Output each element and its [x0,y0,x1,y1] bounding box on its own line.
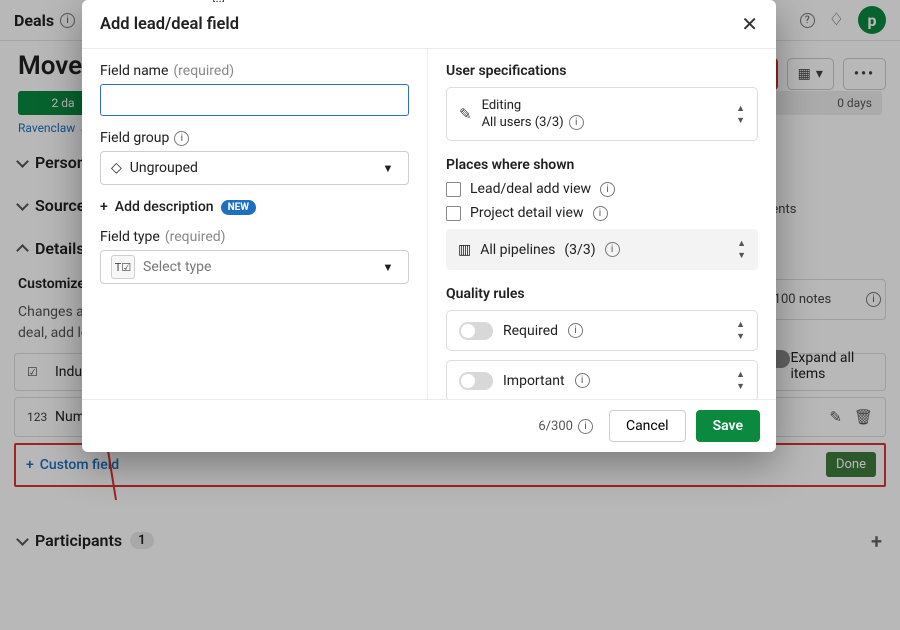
lead-deal-add-view-label: Lead/deal add view [470,181,591,197]
toggle-off-icon[interactable] [459,372,493,390]
counter-value: 6/300 [538,419,573,434]
field-group-label: Field group i [100,130,409,146]
char-counter: 6/300 i [538,419,593,434]
user-spec-heading: User specifications [446,63,758,79]
plus-icon: + [100,199,108,215]
important-label: Important [503,373,565,389]
info-icon[interactable]: i [575,373,590,388]
modal-title: Add lead/deal field [100,15,239,34]
info-icon[interactable]: i [174,131,189,146]
stepper-icon[interactable]: ▲▼ [736,103,745,126]
info-icon[interactable]: i [568,323,583,338]
checkbox-icon [446,206,461,221]
info-icon[interactable]: i [578,419,593,434]
required-label: Required [503,323,558,339]
pencil-icon: ✎ [459,105,472,123]
field-group-select[interactable]: ◇ Ungrouped ▼ [100,151,409,185]
ungrouped-icon: ◇ [111,160,122,176]
important-toggle-row[interactable]: Important i ▲▼ [446,360,758,399]
required-hint: (required) [173,63,234,79]
stepper-icon[interactable]: ▲▼ [736,369,745,392]
required-toggle-row[interactable]: Required i ▲▼ [446,310,758,351]
toggle-off-icon[interactable] [459,322,493,340]
field-name-text: Field name [100,63,168,79]
type-picker-icon: T☑ [111,255,135,279]
info-icon[interactable]: i [569,115,584,130]
chevron-down-icon: ▼ [383,161,394,175]
info-icon[interactable]: i [593,206,608,221]
columns-icon: ▥ [458,242,471,258]
lead-deal-add-view-checkbox[interactable]: Lead/deal add view i [446,181,758,197]
quality-rules-heading: Quality rules [446,286,758,302]
stepper-icon[interactable]: ▲▼ [737,238,746,261]
modal-footer: 6/300 i Cancel Save [82,399,776,452]
user-spec-card[interactable]: ✎ Editing All users (3/3) i ▲▼ [446,87,758,141]
save-button[interactable]: Save [696,410,760,442]
project-detail-view-label: Project detail view [470,205,584,221]
field-group-value: Ungrouped [130,160,198,176]
add-description-label: Add description [115,199,214,215]
field-type-text: Field type [100,229,160,245]
places-shown-heading: Places where shown [446,157,758,173]
checkbox-icon [446,182,461,197]
editing-label: Editing [482,98,584,113]
modal-header: Add lead/deal field ✕ [82,0,776,49]
chevron-down-icon: ▼ [383,260,394,274]
field-type-label: Field type (required) [100,229,409,245]
field-name-input[interactable] [100,84,409,116]
stepper-icon[interactable]: ▲▼ [736,319,745,342]
all-users-label: All users (3/3) [482,115,564,130]
cancel-button[interactable]: Cancel [609,410,686,442]
field-group-text: Field group [100,130,169,146]
new-badge: NEW [221,200,256,215]
add-field-modal: Add lead/deal field ✕ Field name (requir… [82,0,776,452]
required-hint: (required) [165,229,226,245]
modal-right-column: User specifications ✎ Editing All users … [428,49,776,399]
all-pipelines-label: All pipelines [480,242,555,258]
project-detail-view-checkbox[interactable]: Project detail view i [446,205,758,221]
field-type-placeholder: Select type [143,259,211,275]
info-icon[interactable]: i [600,182,615,197]
close-icon[interactable]: ✕ [741,12,758,36]
all-pipelines-select[interactable]: ▥ All pipelines (3/3) i ▲▼ ⬚ [446,229,758,270]
field-name-label: Field name (required) [100,63,409,79]
add-description-button[interactable]: + Add description NEW [100,199,409,215]
field-type-select[interactable]: T☑ Select type ▼ [100,250,409,284]
pipelines-count: (3/3) [564,242,595,258]
modal-left-column: Field name (required) Field group i ◇ Un… [82,49,428,399]
info-icon[interactable]: i [605,242,620,257]
